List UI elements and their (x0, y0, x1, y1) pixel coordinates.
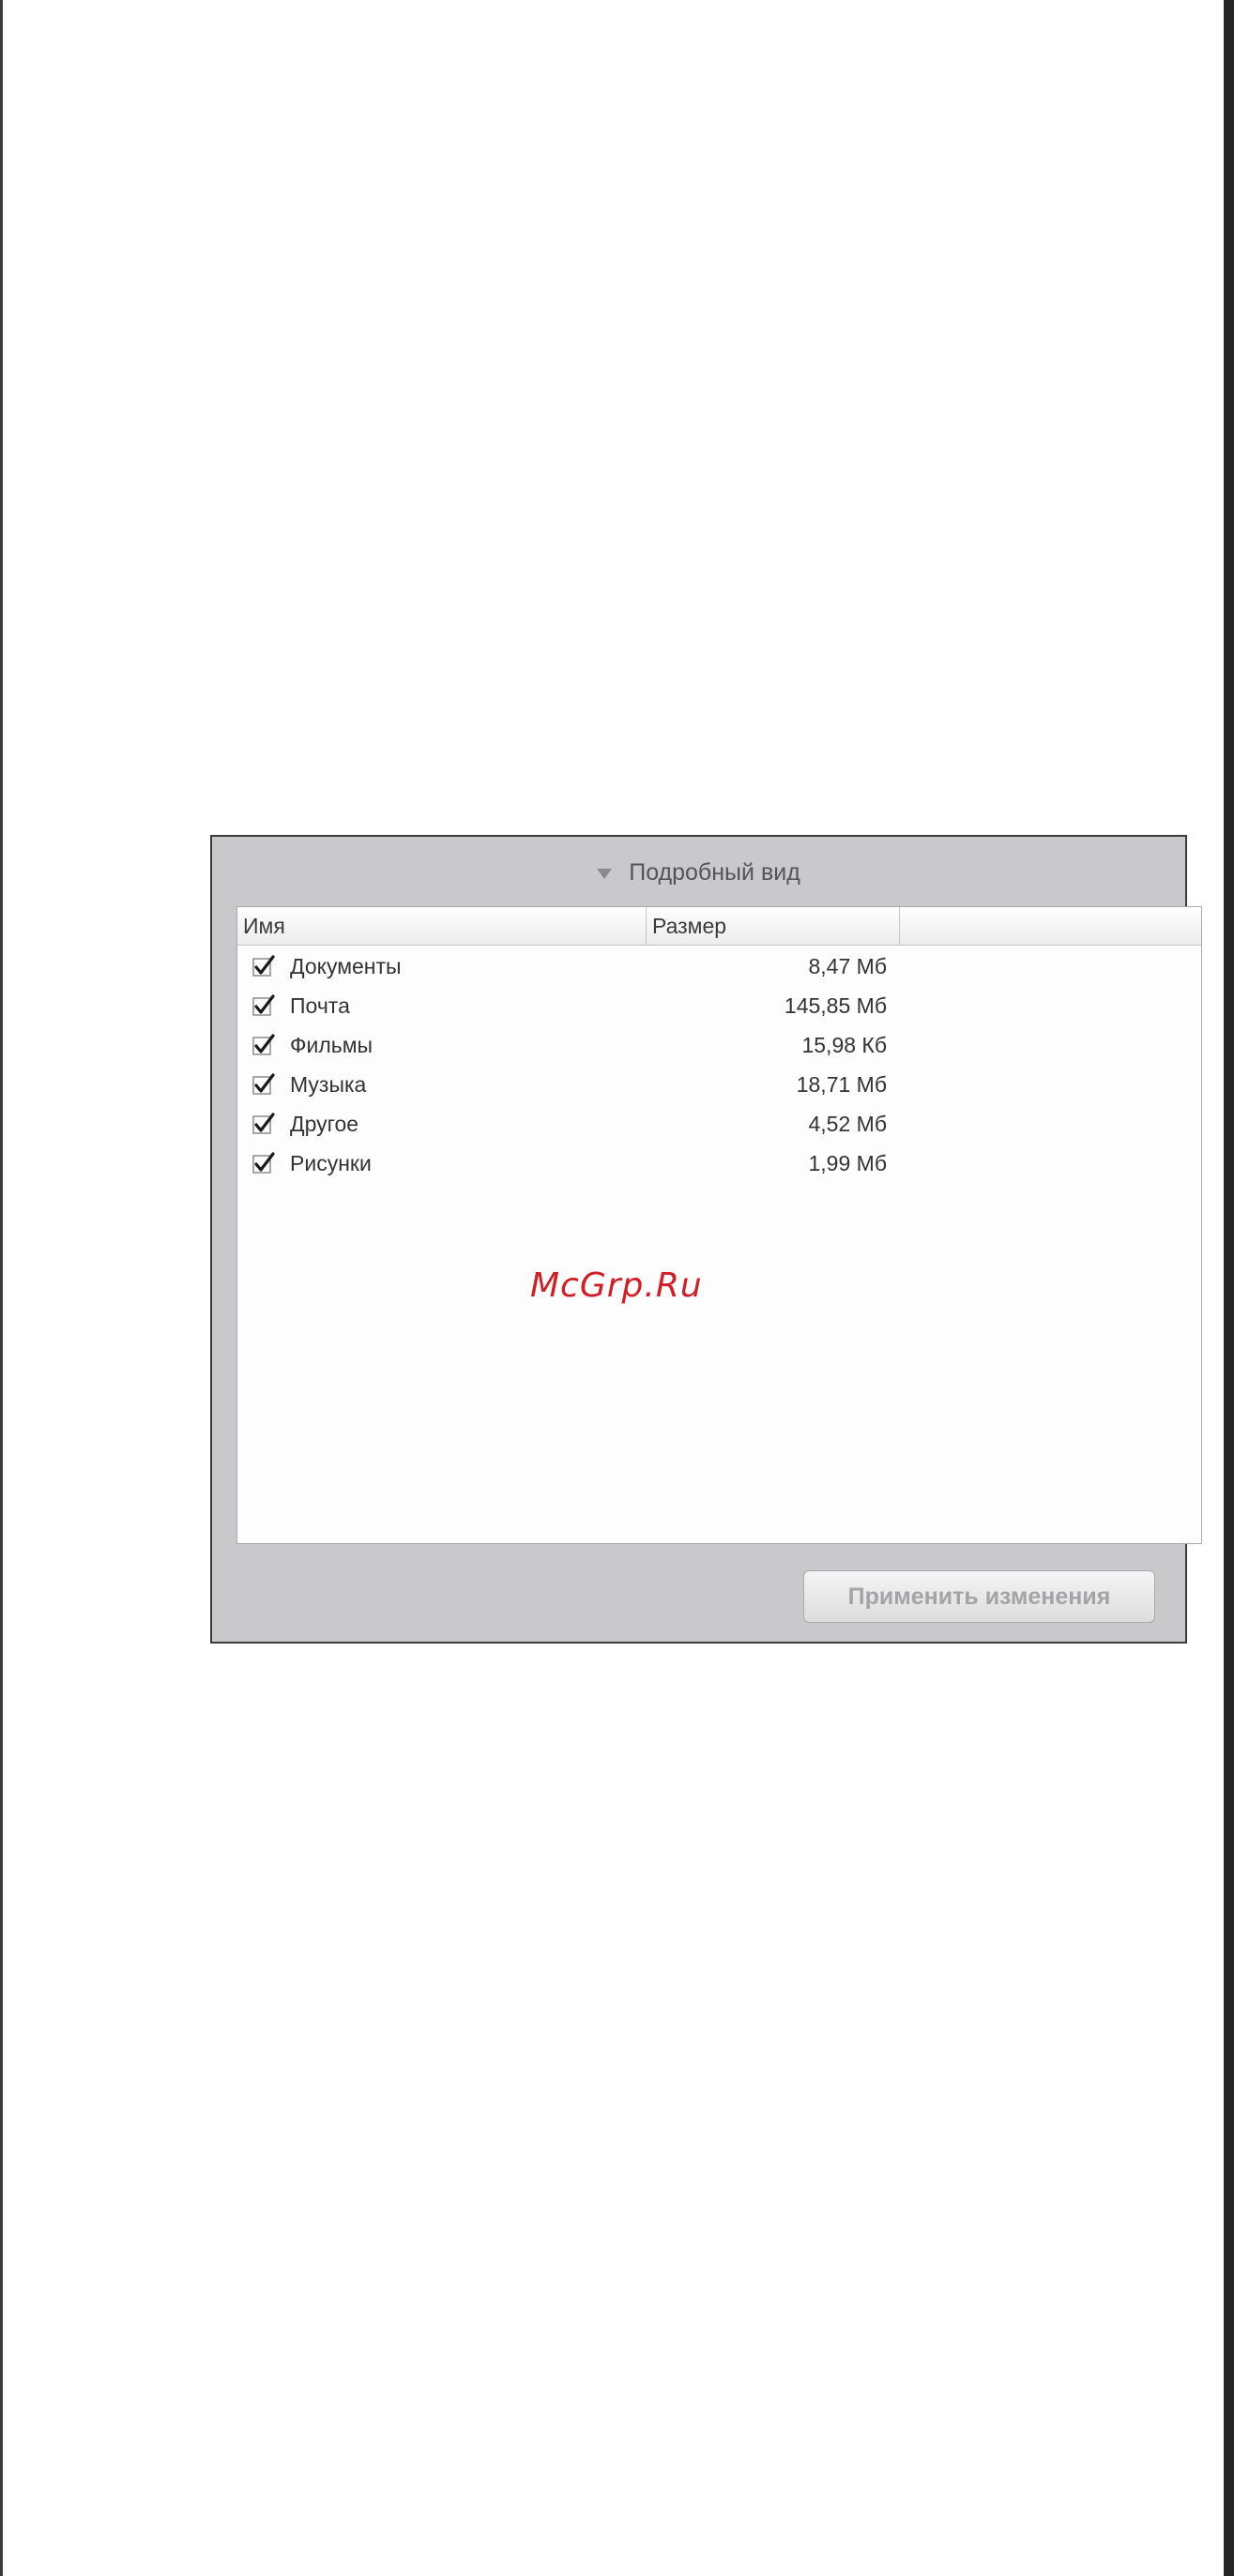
list-item-size: 145,85 Мб (784, 993, 887, 1018)
dialog-header-title: Подробный вид (629, 858, 800, 886)
list-item-size: 1,99 Мб (808, 1150, 888, 1175)
checkbox[interactable] (252, 1113, 275, 1135)
checkbox[interactable] (252, 1073, 275, 1096)
list-item-size: 4,52 Мб (808, 1111, 888, 1136)
list-item-size: 8,47 Мб (808, 953, 888, 978)
column-header-name[interactable]: Имя (237, 907, 647, 945)
list-item: Рисунки 1,99 Мб (237, 1144, 1201, 1183)
apply-changes-button[interactable]: Применить изменения (803, 1570, 1155, 1623)
list-item-label: Музыка (290, 1071, 367, 1097)
checkmark-icon (252, 955, 275, 977)
checkbox[interactable] (252, 955, 275, 977)
checkmark-icon (252, 1152, 275, 1174)
list-item: Другое 4,52 Мб (237, 1104, 1201, 1144)
checkbox[interactable] (252, 1152, 275, 1174)
triangle-down-icon (597, 868, 613, 879)
list-item-label: Рисунки (290, 1150, 372, 1175)
list-header: Имя Размер (237, 907, 1201, 946)
page-edge-right (1224, 0, 1234, 2576)
checkmark-icon (252, 1034, 275, 1055)
column-header-size[interactable]: Размер (647, 907, 900, 945)
list-item-label: Фильмы (290, 1032, 373, 1057)
file-category-list: Имя Размер Документы 8,47 Мб Почта 145,8… (236, 906, 1202, 1544)
list-item-size: 15,98 Кб (801, 1032, 887, 1057)
list-item: Документы 8,47 Мб (237, 947, 1201, 986)
detailed-view-toggle[interactable]: Подробный вид (212, 837, 1185, 908)
list-item-label: Другое (290, 1111, 359, 1136)
detailed-view-dialog: Подробный вид Имя Размер Документы 8,47 … (210, 835, 1202, 1644)
checkmark-icon (252, 994, 275, 1016)
checkbox[interactable] (252, 994, 275, 1017)
list-item-label: Почта (290, 993, 350, 1018)
list-item: Музыка 18,71 Мб (237, 1065, 1201, 1104)
checkmark-icon (252, 1113, 275, 1134)
list-item: Фильмы 15,98 Кб (237, 1025, 1201, 1065)
list-item: Почта 145,85 Мб (237, 986, 1201, 1025)
column-header-empty (900, 907, 1201, 945)
list-item-size: 18,71 Мб (796, 1071, 887, 1097)
page-edge-left (0, 0, 3, 2576)
checkmark-icon (252, 1073, 275, 1095)
list-item-label: Документы (290, 953, 402, 978)
list-rows: Документы 8,47 Мб Почта 145,85 Мб Фильмы… (237, 947, 1201, 1183)
watermark-text: McGrp.Ru (530, 1266, 703, 1305)
checkbox[interactable] (252, 1034, 275, 1056)
